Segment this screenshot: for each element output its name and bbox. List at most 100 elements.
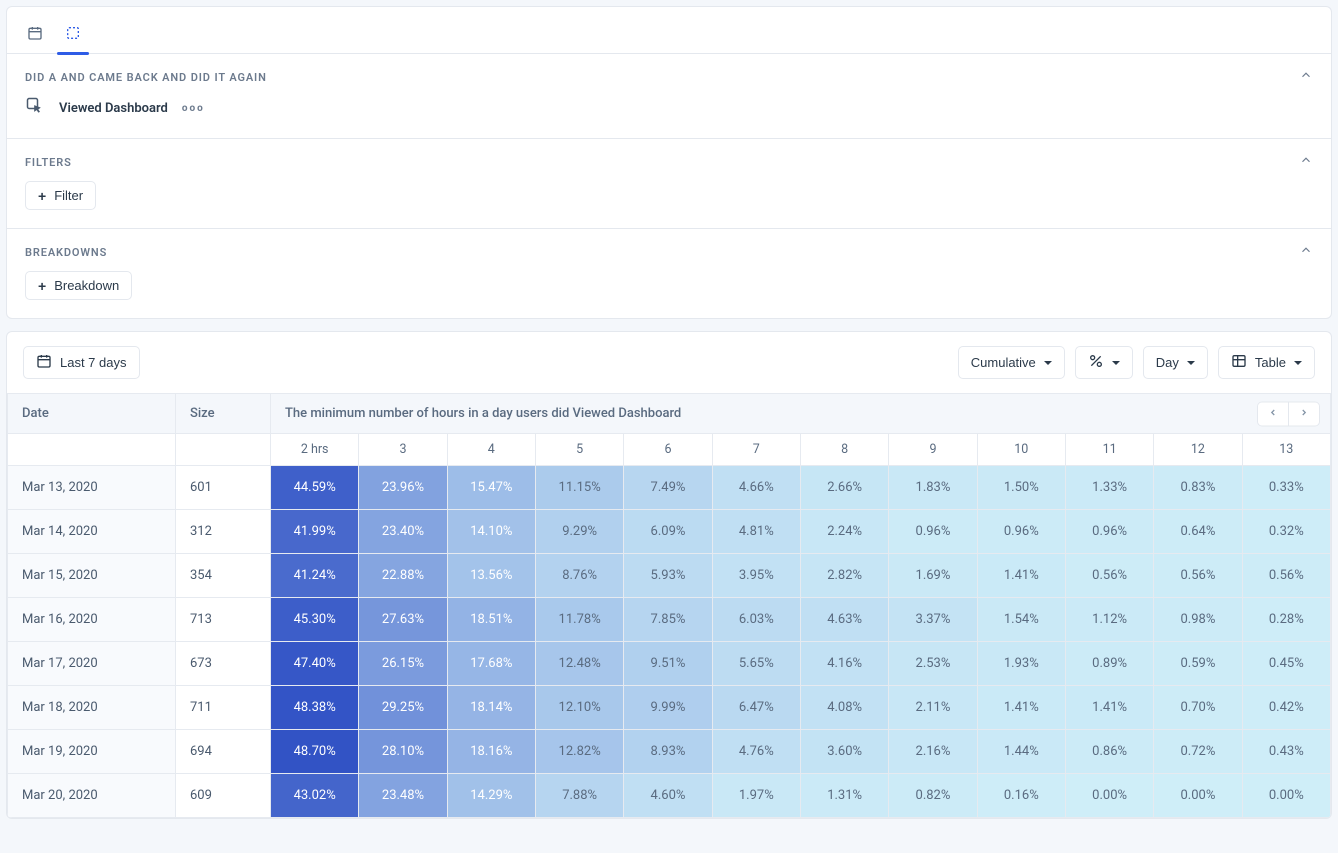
cell-value[interactable]: 4.76% — [712, 730, 800, 774]
cell-value[interactable]: 2.82% — [800, 554, 888, 598]
cell-value[interactable]: 14.29% — [447, 774, 535, 818]
cell-value[interactable]: 14.10% — [447, 510, 535, 554]
cell-value[interactable]: 0.43% — [1242, 730, 1330, 774]
event-name[interactable]: Viewed Dashboard — [59, 101, 168, 116]
cell-value[interactable]: 1.12% — [1065, 598, 1153, 642]
cell-value[interactable]: 18.51% — [447, 598, 535, 642]
cell-value[interactable]: 26.15% — [359, 642, 447, 686]
cell-value[interactable]: 2.16% — [889, 730, 977, 774]
cell-value[interactable]: 8.93% — [624, 730, 712, 774]
cell-value[interactable]: 0.56% — [1242, 554, 1330, 598]
cell-value[interactable]: 11.78% — [535, 598, 623, 642]
cell-value[interactable]: 2.24% — [800, 510, 888, 554]
cell-value[interactable]: 7.85% — [624, 598, 712, 642]
cell-value[interactable]: 15.47% — [447, 466, 535, 510]
cell-value[interactable]: 0.59% — [1154, 642, 1242, 686]
cell-value[interactable]: 4.16% — [800, 642, 888, 686]
cell-value[interactable]: 0.00% — [1154, 774, 1242, 818]
date-range-button[interactable]: Last 7 days — [23, 346, 140, 379]
cell-value[interactable]: 1.44% — [977, 730, 1065, 774]
cell-value[interactable]: 4.08% — [800, 686, 888, 730]
cell-value[interactable]: 23.96% — [359, 466, 447, 510]
cell-value[interactable]: 1.31% — [800, 774, 888, 818]
cell-value[interactable]: 1.50% — [977, 466, 1065, 510]
cell-value[interactable]: 27.63% — [359, 598, 447, 642]
cell-value[interactable]: 1.33% — [1065, 466, 1153, 510]
cell-value[interactable]: 7.88% — [535, 774, 623, 818]
cell-value[interactable]: 12.10% — [535, 686, 623, 730]
cell-value[interactable]: 0.83% — [1154, 466, 1242, 510]
cell-value[interactable]: 0.64% — [1154, 510, 1242, 554]
cell-value[interactable]: 1.83% — [889, 466, 977, 510]
cell-value[interactable]: 2.53% — [889, 642, 977, 686]
cell-value[interactable]: 5.65% — [712, 642, 800, 686]
cell-value[interactable]: 17.68% — [447, 642, 535, 686]
cell-value[interactable]: 4.66% — [712, 466, 800, 510]
chevron-up-icon[interactable] — [1299, 153, 1313, 171]
cell-value[interactable]: 0.70% — [1154, 686, 1242, 730]
cell-value[interactable]: 23.48% — [359, 774, 447, 818]
cell-value[interactable]: 2.66% — [800, 466, 888, 510]
tab-selection[interactable] — [63, 25, 83, 45]
cell-value[interactable]: 22.88% — [359, 554, 447, 598]
mode-select[interactable]: Cumulative — [958, 346, 1065, 379]
cell-value[interactable]: 0.96% — [977, 510, 1065, 554]
cell-value[interactable]: 1.41% — [1065, 686, 1153, 730]
cell-value[interactable]: 6.03% — [712, 598, 800, 642]
cell-value[interactable]: 29.25% — [359, 686, 447, 730]
cell-value[interactable]: 4.63% — [800, 598, 888, 642]
cell-value[interactable]: 5.93% — [624, 554, 712, 598]
cell-value[interactable]: 0.45% — [1242, 642, 1330, 686]
cell-value[interactable]: 0.98% — [1154, 598, 1242, 642]
cell-value[interactable]: 6.47% — [712, 686, 800, 730]
cell-value[interactable]: 41.24% — [271, 554, 359, 598]
cell-value[interactable]: 44.59% — [271, 466, 359, 510]
cell-value[interactable]: 1.41% — [977, 554, 1065, 598]
cell-value[interactable]: 1.41% — [977, 686, 1065, 730]
add-breakdown-button[interactable]: + Breakdown — [25, 271, 132, 300]
cell-value[interactable]: 0.96% — [889, 510, 977, 554]
cell-value[interactable]: 0.82% — [889, 774, 977, 818]
cell-value[interactable]: 1.69% — [889, 554, 977, 598]
cell-value[interactable]: 8.76% — [535, 554, 623, 598]
cell-value[interactable]: 0.28% — [1242, 598, 1330, 642]
cell-value[interactable]: 0.42% — [1242, 686, 1330, 730]
cell-value[interactable]: 1.97% — [712, 774, 800, 818]
cell-value[interactable]: 1.54% — [977, 598, 1065, 642]
cell-value[interactable]: 9.51% — [624, 642, 712, 686]
add-filter-button[interactable]: + Filter — [25, 181, 96, 210]
cell-value[interactable]: 12.82% — [535, 730, 623, 774]
cell-value[interactable]: 3.60% — [800, 730, 888, 774]
pager-prev[interactable] — [1258, 402, 1288, 425]
cell-value[interactable]: 11.15% — [535, 466, 623, 510]
cell-value[interactable]: 3.95% — [712, 554, 800, 598]
cell-value[interactable]: 0.00% — [1065, 774, 1153, 818]
cell-value[interactable]: 0.16% — [977, 774, 1065, 818]
cell-value[interactable]: 0.32% — [1242, 510, 1330, 554]
cell-value[interactable]: 48.38% — [271, 686, 359, 730]
percent-select[interactable] — [1075, 346, 1133, 379]
cell-value[interactable]: 2.11% — [889, 686, 977, 730]
more-icon[interactable]: ooo — [182, 103, 205, 114]
cell-value[interactable]: 18.16% — [447, 730, 535, 774]
tab-calendar[interactable] — [25, 25, 45, 45]
cell-value[interactable]: 4.81% — [712, 510, 800, 554]
cell-value[interactable]: 0.86% — [1065, 730, 1153, 774]
cell-value[interactable]: 0.33% — [1242, 466, 1330, 510]
cell-value[interactable]: 0.89% — [1065, 642, 1153, 686]
cell-value[interactable]: 9.29% — [535, 510, 623, 554]
cell-value[interactable]: 45.30% — [271, 598, 359, 642]
cell-value[interactable]: 41.99% — [271, 510, 359, 554]
cell-value[interactable]: 18.14% — [447, 686, 535, 730]
cell-value[interactable]: 9.99% — [624, 686, 712, 730]
chevron-up-icon[interactable] — [1299, 243, 1313, 261]
cell-value[interactable]: 3.37% — [889, 598, 977, 642]
cell-value[interactable]: 28.10% — [359, 730, 447, 774]
cell-value[interactable]: 48.70% — [271, 730, 359, 774]
cell-value[interactable]: 43.02% — [271, 774, 359, 818]
cell-value[interactable]: 0.56% — [1065, 554, 1153, 598]
cell-value[interactable]: 6.09% — [624, 510, 712, 554]
cell-value[interactable]: 12.48% — [535, 642, 623, 686]
cell-value[interactable]: 0.56% — [1154, 554, 1242, 598]
cell-value[interactable]: 0.72% — [1154, 730, 1242, 774]
